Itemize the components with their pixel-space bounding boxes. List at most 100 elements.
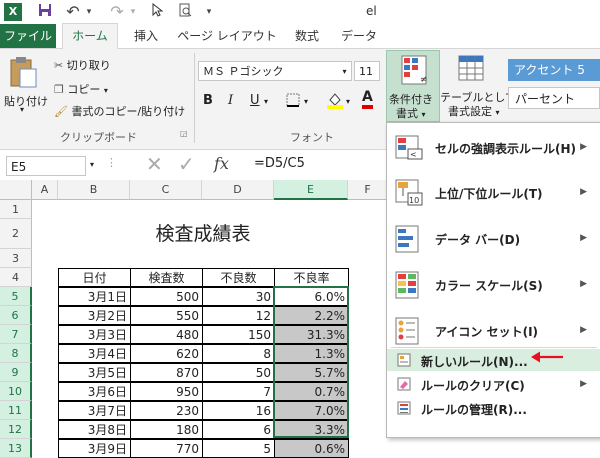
underline-button[interactable]: U <box>250 93 260 108</box>
pointer-icon[interactable] <box>148 2 166 21</box>
font-name-dropdown-icon[interactable]: ▾ <box>338 61 352 81</box>
header-cell-defects[interactable]: 不良数 <box>202 268 275 287</box>
fill-color-dropdown-icon[interactable]: ▾ <box>346 97 350 106</box>
paste-icon[interactable] <box>8 55 40 89</box>
inspected-cell[interactable]: 480 <box>130 325 203 344</box>
conditional-formatting-button[interactable]: ≠ 条件付き 書式 ▾ <box>386 50 440 122</box>
defect-rate-cell[interactable]: 0.7% <box>274 382 349 401</box>
defect-rate-cell[interactable]: 2.2% <box>274 306 349 325</box>
inspected-cell[interactable]: 180 <box>130 420 203 439</box>
tab-formulas[interactable]: 数式 <box>284 24 330 48</box>
date-cell[interactable]: 3月8日 <box>58 420 131 439</box>
header-cell-defect-rate[interactable]: 不良率 <box>274 268 349 287</box>
tab-data[interactable]: データ <box>336 24 382 48</box>
inspected-cell[interactable]: 500 <box>130 287 203 306</box>
defects-cell[interactable]: 8 <box>202 344 275 363</box>
menu-item-highlight-cells-rules[interactable]: < セルの強調表示ルール(H) ▶ <box>387 127 600 169</box>
date-cell[interactable]: 3月9日 <box>58 439 131 458</box>
inspected-cell[interactable]: 950 <box>130 382 203 401</box>
date-cell[interactable]: 3月3日 <box>58 325 131 344</box>
defect-rate-cell[interactable]: 7.0% <box>274 401 349 420</box>
defect-rate-cell[interactable]: 1.3% <box>274 344 349 363</box>
paste-button[interactable]: 貼り付け <box>4 93 48 109</box>
enter-icon[interactable]: ✓ <box>178 152 195 176</box>
row-header-9[interactable]: 9 <box>0 363 32 382</box>
formula-input[interactable]: =D5/C5 <box>254 156 305 171</box>
underline-dropdown-icon[interactable]: ▾ <box>264 97 268 106</box>
menu-item-color-scales[interactable]: カラー スケール(S) ▶ <box>387 263 600 307</box>
undo-dropdown-icon[interactable]: ▾ <box>80 3 98 21</box>
tab-home[interactable]: ホーム <box>62 23 118 50</box>
inspected-cell[interactable]: 770 <box>130 439 203 458</box>
clipboard-launcher-icon[interactable]: ◲ <box>180 129 188 138</box>
defect-rate-cell[interactable]: 31.3% <box>274 325 349 344</box>
row-header-8[interactable]: 8 <box>0 344 32 363</box>
defects-cell[interactable]: 12 <box>202 306 275 325</box>
defects-cell[interactable]: 50 <box>202 363 275 382</box>
defect-rate-cell[interactable]: 0.6% <box>274 439 349 458</box>
inspected-cell[interactable]: 230 <box>130 401 203 420</box>
column-header-b[interactable]: B <box>58 180 130 200</box>
column-header-a[interactable]: A <box>32 180 58 200</box>
insert-function-icon[interactable]: fx <box>214 154 229 173</box>
cancel-icon[interactable]: ✕ <box>146 152 163 176</box>
save-icon[interactable] <box>36 3 54 21</box>
row-header-2[interactable]: 2 <box>0 219 32 249</box>
row-header-7[interactable]: 7 <box>0 325 32 344</box>
column-header-c[interactable]: C <box>130 180 202 200</box>
header-cell-inspected[interactable]: 検査数 <box>130 268 203 287</box>
format-painter-button[interactable]: 🖌 書式のコピー/貼り付け <box>54 103 185 119</box>
menu-item-clear-rules[interactable]: ルールのクリア(C) ▶ <box>387 373 600 395</box>
date-cell[interactable]: 3月6日 <box>58 382 131 401</box>
date-cell[interactable]: 3月1日 <box>58 287 131 306</box>
customize-toolbar-icon[interactable]: ▾ <box>200 3 218 21</box>
date-cell[interactable]: 3月7日 <box>58 401 131 420</box>
row-header-11[interactable]: 11 <box>0 401 32 420</box>
defect-rate-cell[interactable]: 5.7% <box>274 363 349 382</box>
defects-cell[interactable]: 6 <box>202 420 275 439</box>
menu-item-manage-rules[interactable]: ルールの管理(R)... <box>387 397 600 419</box>
bold-button[interactable]: B <box>203 93 213 108</box>
borders-icon[interactable] <box>286 93 300 110</box>
font-color-icon[interactable]: A <box>362 89 373 109</box>
menu-item-new-rule[interactable]: 新しいルール(N)... <box>387 349 600 371</box>
tab-file[interactable]: ファイル <box>0 24 56 48</box>
format-as-table-label-2[interactable]: 書式設定 ▾ <box>448 103 500 119</box>
name-box[interactable]: E5 <box>6 156 86 176</box>
font-size-box[interactable]: 11 <box>354 61 380 81</box>
format-as-table-icon[interactable] <box>458 55 484 86</box>
italic-button[interactable]: I <box>228 93 233 108</box>
name-box-dropdown-icon[interactable]: ▾ <box>90 160 94 169</box>
paste-dropdown-icon[interactable]: ▾ <box>20 105 24 114</box>
header-cell-date[interactable]: 日付 <box>58 268 131 287</box>
row-header-1[interactable]: 1 <box>0 200 32 219</box>
date-cell[interactable]: 3月2日 <box>58 306 131 325</box>
menu-item-top-bottom-rules[interactable]: 10 上位/下位ルール(T) ▶ <box>387 171 600 215</box>
row-header-10[interactable]: 10 <box>0 382 32 401</box>
defects-cell[interactable]: 150 <box>202 325 275 344</box>
row-header-5[interactable]: 5 <box>0 287 32 306</box>
inspected-cell[interactable]: 550 <box>130 306 203 325</box>
column-header-f[interactable]: F <box>348 180 388 200</box>
select-all-corner[interactable] <box>0 180 32 200</box>
fill-color-icon[interactable] <box>326 91 344 112</box>
menu-item-data-bars[interactable]: データ バー(D) ▶ <box>387 217 600 261</box>
column-header-e[interactable]: E <box>274 180 348 200</box>
defects-cell[interactable]: 30 <box>202 287 275 306</box>
cell-style-percent[interactable]: パーセント <box>508 87 600 109</box>
copy-button[interactable]: ❐ コピー ▾ <box>54 81 108 97</box>
row-header-4[interactable]: 4 <box>0 268 32 287</box>
defect-rate-cell[interactable]: 3.3% <box>274 420 349 439</box>
cut-button[interactable]: ✂ 切り取り <box>54 57 111 73</box>
borders-dropdown-icon[interactable]: ▾ <box>304 97 308 106</box>
row-header-13[interactable]: 13 <box>0 439 32 458</box>
date-cell[interactable]: 3月4日 <box>58 344 131 363</box>
font-name-box[interactable]: ＭＳ Ｐゴシック <box>198 61 350 81</box>
column-header-d[interactable]: D <box>202 180 274 200</box>
row-header-12[interactable]: 12 <box>0 420 32 439</box>
defects-cell[interactable]: 16 <box>202 401 275 420</box>
defects-cell[interactable]: 7 <box>202 382 275 401</box>
row-header-6[interactable]: 6 <box>0 306 32 325</box>
inspected-cell[interactable]: 620 <box>130 344 203 363</box>
defects-cell[interactable]: 5 <box>202 439 275 458</box>
